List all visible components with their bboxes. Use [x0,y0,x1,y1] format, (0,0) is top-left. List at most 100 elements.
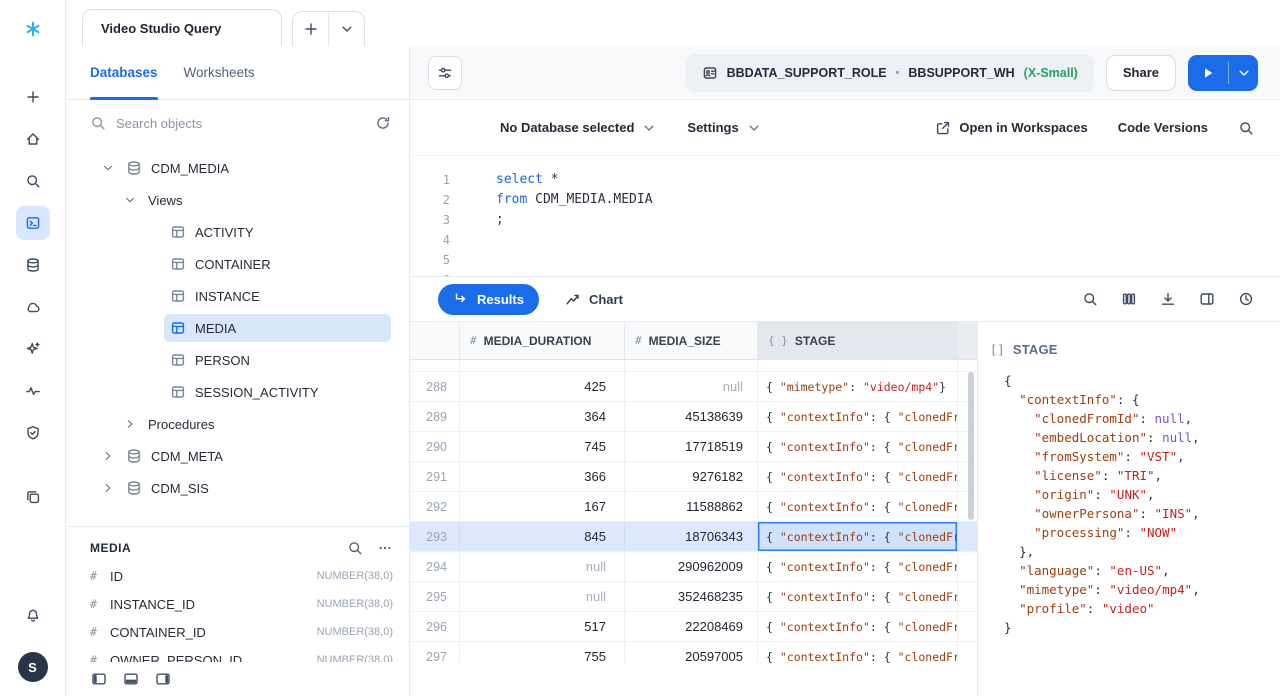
rail-item-home[interactable] [16,122,50,156]
tree-item-instance[interactable]: INSTANCE [66,280,409,312]
rail-item-new[interactable] [16,80,50,114]
media-size-cell[interactable]: 20597005 [625,642,758,663]
media-duration-cell[interactable]: 364 [460,402,625,431]
database-selector[interactable]: No Database selected [500,120,657,136]
column-row-id[interactable]: #IDNUMBER(38,0) [66,562,409,590]
results-tab[interactable]: Results [438,284,539,315]
stage-cell[interactable]: { "contextInfo": { "clonedFro [758,582,958,611]
tree-item-procedures[interactable]: Procedures [66,408,409,440]
run-button[interactable] [1188,55,1228,91]
table-row[interactable]: 28936445138639{ "contextInfo": { "cloned… [410,402,977,432]
table-row[interactable]: 29384518706343{ "contextInfo": { "cloned… [410,522,977,552]
media-size-cell[interactable] [625,360,758,371]
new-worksheet-button[interactable] [293,12,328,46]
search-objects-input[interactable]: Search objects [66,100,409,146]
stage-cell[interactable]: { "contextInfo": { "clonedFro [758,552,958,581]
chevron-down-icon[interactable] [100,160,116,176]
table-row[interactable]: 288425null{ "mimetype": "video/mp4"} [410,372,977,402]
columns-icon[interactable] [1121,291,1137,307]
chevron-down-icon[interactable] [122,192,138,208]
clock-icon[interactable] [1238,291,1254,307]
share-button[interactable]: Share [1106,55,1176,91]
tree-item-person[interactable]: PERSON [66,344,409,376]
stage-cell[interactable]: { "contextInfo": { "clonedFro [758,522,958,551]
tree-item-cdm_meta[interactable]: CDM_META [66,440,409,472]
column-row-container_id[interactable]: #CONTAINER_IDNUMBER(38,0) [66,618,409,646]
media-duration-cell[interactable]: 755 [460,642,625,663]
table-row[interactable]: 29651722208469{ "contextInfo": { "cloned… [410,612,977,642]
stage-cell[interactable]: { "contextInfo": { "clonedFro [758,642,958,663]
media-duration-cell[interactable]: 745 [460,432,625,461]
tree-item-views[interactable]: Views [66,184,409,216]
open-in-workspaces-link[interactable]: Open in Workspaces [935,120,1087,136]
tree-item-cdm_sis[interactable]: CDM_SIS [66,472,409,504]
rail-item-data[interactable] [16,248,50,282]
table-row[interactable]: 294null290962009{ "contextInfo": { "clon… [410,552,977,582]
vertical-scrollbar[interactable] [968,372,974,520]
media-duration-cell[interactable]: null [460,552,625,581]
notifications-button[interactable] [16,598,50,632]
rail-item-apps[interactable] [16,480,50,514]
tree-item-container[interactable]: CONTAINER [66,248,409,280]
rail-item-monitoring[interactable] [16,374,50,408]
tree-item-session_activity[interactable]: SESSION_ACTIVITY [66,376,409,408]
media-size-cell[interactable]: null [625,372,758,401]
media-size-cell[interactable]: 352468235 [625,582,758,611]
search-columns-icon[interactable] [347,540,363,556]
worksheet-tab[interactable]: Video Studio Query [82,9,282,46]
chevron-right-icon[interactable] [100,480,116,496]
media-duration-cell[interactable]: 845 [460,522,625,551]
column-header-media-size[interactable]: # MEDIA_SIZE [625,322,758,359]
cell-json-viewer[interactable]: { "contextInfo": { "clonedFromId": null,… [1004,371,1262,637]
stage-cell[interactable]: { "mimetype": "video/mp4"} [758,372,958,401]
table-row[interactable]: 29074517718519{ "contextInfo": { "cloned… [410,432,977,462]
tab-worksheets[interactable]: Worksheets [184,46,255,99]
stage-cell[interactable]: { "contextInfo": { "clonedFro [758,462,958,491]
rail-item-ai-ml[interactable] [16,332,50,366]
stage-cell[interactable]: { "contextInfo": { "clonedFro [758,432,958,461]
layout-icon[interactable] [1199,291,1215,307]
media-duration-cell[interactable]: 366 [460,462,625,491]
media-size-cell[interactable]: 9276182 [625,462,758,491]
tree-item-cdm_media[interactable]: CDM_MEDIA [66,152,409,184]
column-row-instance_id[interactable]: #INSTANCE_IDNUMBER(38,0) [66,590,409,618]
search-icon[interactable] [1082,291,1098,307]
media-size-cell[interactable]: 18706343 [625,522,758,551]
media-size-cell[interactable]: 290962009 [625,552,758,581]
table-row[interactable]: 2913669276182{ "contextInfo": { "clonedF… [410,462,977,492]
media-duration-cell[interactable]: 167 [460,492,625,521]
user-avatar[interactable]: S [18,652,48,682]
stage-cell[interactable]: { "contextInfo": { "clonedFro [758,612,958,641]
column-row-owner_person_id[interactable]: #OWNER_PERSON_IDNUMBER(38,0) [66,646,409,662]
tree-item-media[interactable]: MEDIA [66,312,409,344]
more-options-icon[interactable] [377,540,393,556]
editor-search-button[interactable] [1238,120,1254,136]
sql-editor[interactable]: 123456 select *from CDM_MEDIA.MEDIA; [410,156,1280,276]
tree-item-activity[interactable]: ACTIVITY [66,216,409,248]
media-duration-cell[interactable]: null [460,582,625,611]
media-size-cell[interactable]: 45138639 [625,402,758,431]
code-versions-link[interactable]: Code Versions [1118,120,1208,135]
table-row[interactable]: 29775520597005{ "contextInfo": { "cloned… [410,642,977,663]
media-duration-cell[interactable] [460,360,625,371]
rail-item-data-products[interactable] [16,290,50,324]
media-size-cell[interactable]: 17718519 [625,432,758,461]
column-header-stage[interactable]: { } STAGE [758,322,958,359]
media-duration-cell[interactable]: 517 [460,612,625,641]
column-header-media-duration[interactable]: # MEDIA_DURATION [460,322,625,359]
rail-item-search[interactable] [16,164,50,198]
layout-left-icon[interactable] [91,671,107,687]
table-row[interactable]: 295null352468235{ "contextInfo": { "clon… [410,582,977,612]
rail-item-projects[interactable] [16,206,50,240]
stage-cell[interactable]: { "contextInfo": { "clonedFro [758,402,958,431]
settings-menu[interactable]: Settings [687,120,761,136]
layout-right-icon[interactable] [155,671,171,687]
tab-databases[interactable]: Databases [90,46,158,99]
session-context-selector[interactable]: BBDATA_SUPPORT_ROLE • BBSUPPORT_WH (X-Sm… [686,54,1094,92]
run-options-button[interactable] [1229,55,1258,91]
media-size-cell[interactable]: 11588862 [625,492,758,521]
table-row[interactable] [410,360,977,372]
table-row[interactable]: 29216711588862{ "contextInfo": { "cloned… [410,492,977,522]
chevron-right-icon[interactable] [122,416,138,432]
rail-item-admin[interactable] [16,416,50,450]
